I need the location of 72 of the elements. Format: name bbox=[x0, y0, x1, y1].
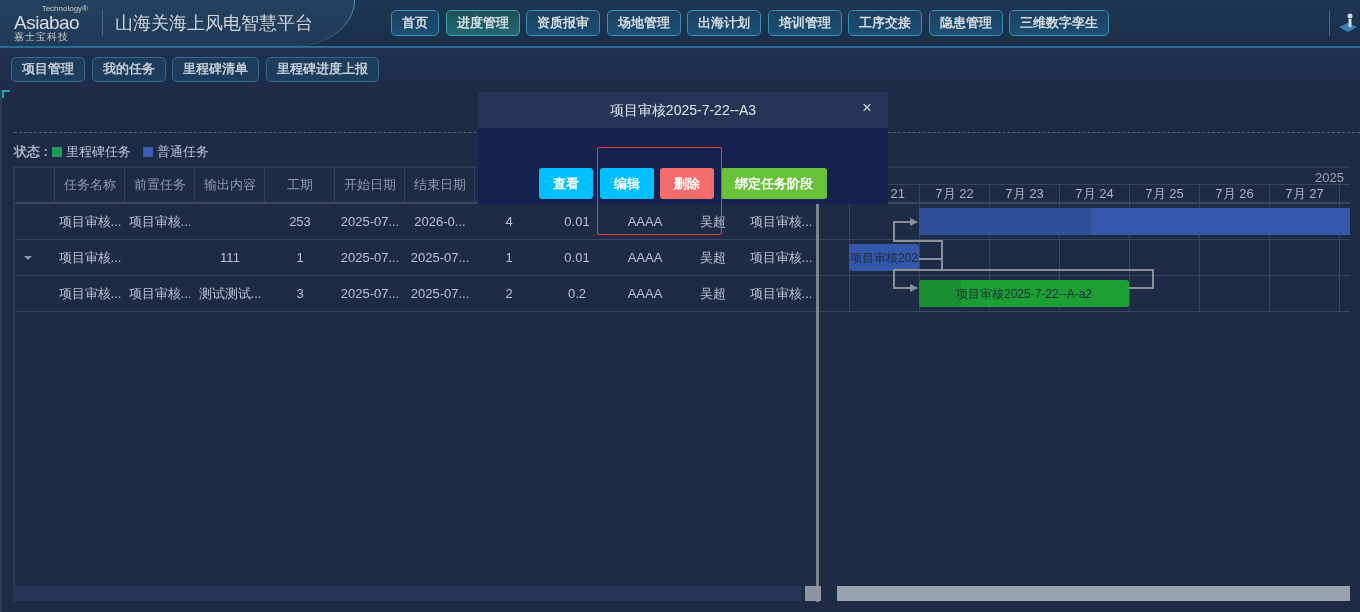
table-cell-text: 2 bbox=[505, 284, 513, 303]
nav-tab[interactable]: 出海计划 bbox=[687, 10, 761, 36]
scrollbar-thumb[interactable] bbox=[805, 586, 821, 601]
legend-label: 状态 : bbox=[14, 143, 48, 161]
table-cell-text: 3 bbox=[296, 284, 304, 303]
table-cell-text: 项目审核... bbox=[749, 212, 813, 231]
day-label: 7月 23 bbox=[1005, 186, 1044, 201]
table-cell-text: 111 bbox=[220, 248, 240, 267]
sub-nav-button[interactable]: 里程碑清单 bbox=[172, 56, 259, 82]
table-cell-text: 项目审核... bbox=[58, 284, 122, 303]
logo-subtitle: 嘉士宝科技 bbox=[14, 31, 69, 42]
day-label: 7月 22 bbox=[935, 186, 974, 201]
column-header: 前置任务 bbox=[133, 176, 186, 195]
table-cell-text: 253 bbox=[289, 212, 311, 231]
table-cell-text: 2025-07... bbox=[410, 284, 470, 303]
day-label: 21 bbox=[890, 186, 905, 201]
day-label: 7月 26 bbox=[1215, 186, 1254, 201]
nav-tab[interactable]: 培训管理 bbox=[767, 10, 842, 36]
column-header: 结束日期 bbox=[413, 176, 466, 195]
table-cell-text: 项目审核... bbox=[749, 248, 813, 267]
nav-tab[interactable]: 资质报审 bbox=[526, 10, 600, 36]
table-cell-text: 测试测试... bbox=[198, 284, 262, 303]
table-cell-text: 0.2 bbox=[567, 284, 587, 303]
table-cell-text: 2026-0... bbox=[414, 212, 466, 231]
sub-nav-button[interactable]: 我的任务 bbox=[91, 56, 166, 82]
table-cell-text: 2025-07... bbox=[340, 284, 400, 303]
column-header: 开始日期 bbox=[343, 176, 396, 195]
close-button[interactable]: × bbox=[858, 99, 876, 116]
caret-icon[interactable] bbox=[24, 255, 32, 260]
table-cell-text: 项目审核... bbox=[58, 248, 122, 267]
table-cell-text: 2025-07... bbox=[410, 248, 470, 267]
table-cell-text: 1 bbox=[505, 248, 513, 267]
logo-wordmark: Asiabao bbox=[14, 12, 80, 32]
day-label: 7月 27 bbox=[1285, 186, 1324, 201]
nav-tab[interactable]: 工序交接 bbox=[848, 10, 922, 36]
table-cell-text: 0.01 bbox=[564, 248, 590, 267]
milestone-task-bar[interactable]: 项目审核2025-7-22--A-a2 bbox=[919, 280, 1129, 307]
table-cell-text: AAAA bbox=[627, 212, 663, 231]
figure-icon[interactable] bbox=[1338, 12, 1358, 34]
table-cell-text: 项目审核... bbox=[58, 212, 122, 231]
table-cell-text: 吴超 bbox=[700, 284, 726, 303]
logo-tagline: Technology® bbox=[41, 4, 88, 13]
year-label: 2025 bbox=[1315, 170, 1344, 185]
table-cell-text: AAAA bbox=[627, 248, 663, 267]
nav-tab[interactable]: 首页 bbox=[391, 10, 439, 36]
scrollbar-thumb[interactable] bbox=[837, 586, 1350, 601]
legend-text: 里程碑任务 bbox=[65, 143, 131, 161]
nav-tab[interactable]: 进度管理 bbox=[445, 10, 520, 36]
table-cell-text: 1 bbox=[296, 248, 304, 267]
table-cell-text: 2025-07... bbox=[340, 248, 400, 267]
table-cell-text: AAAA bbox=[627, 284, 663, 303]
sub-nav-button[interactable]: 项目管理 bbox=[11, 56, 85, 82]
table-cell-text: 项目审核... bbox=[128, 284, 192, 303]
day-label: 7月 24 bbox=[1075, 186, 1114, 201]
nav-tab[interactable]: 隐患管理 bbox=[928, 10, 1003, 36]
dialog-title: 项目审核2025-7-22--A3 bbox=[609, 100, 757, 120]
table-cell-text: 项目审核... bbox=[128, 212, 192, 231]
column-header: 输出内容 bbox=[203, 176, 256, 195]
nav-tab[interactable]: 三维数字孪生 bbox=[1009, 10, 1109, 36]
sub-nav-button[interactable]: 里程碑进度上报 bbox=[265, 56, 379, 82]
column-header: 工期 bbox=[286, 176, 313, 195]
day-label: 7月 25 bbox=[1145, 186, 1184, 201]
table-cell-text: 4 bbox=[505, 212, 513, 231]
table-cell-text: 项目审核... bbox=[749, 284, 813, 303]
table-cell-text: 吴超 bbox=[700, 248, 726, 267]
table-cell-text: 2025-07... bbox=[340, 212, 400, 231]
legend-text: 普通任务 bbox=[156, 143, 209, 161]
nav-tab[interactable]: 场地管理 bbox=[606, 10, 681, 36]
task-bar[interactable] bbox=[919, 208, 1350, 235]
platform-title: 山海关海上风电智慧平台 bbox=[115, 11, 313, 35]
column-header: 任务名称 bbox=[63, 176, 116, 195]
table-cell-text: 0.01 bbox=[564, 212, 590, 231]
